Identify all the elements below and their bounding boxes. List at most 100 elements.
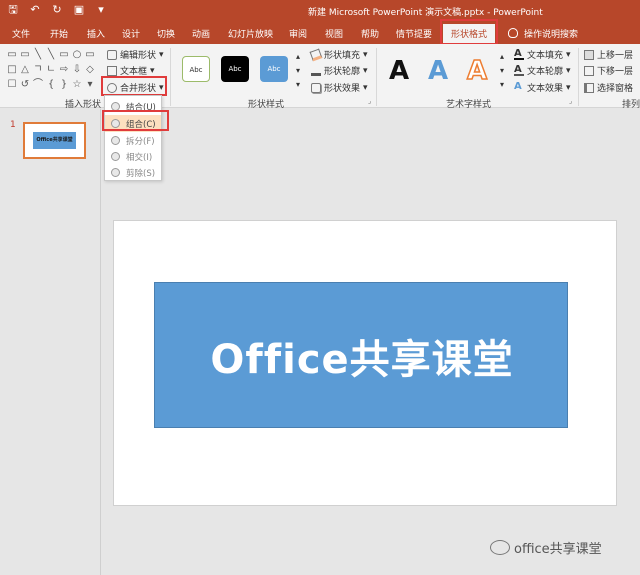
ribbon-tabs: 文件 开始 插入 设计 切换 动画 幻灯片放映 审阅 视图 帮助 情节提要 形状… [0,22,640,44]
tab-transitions[interactable]: 切换 [157,27,175,40]
tab-animations[interactable]: 动画 [192,27,210,40]
shape-effects-button[interactable]: 形状效果 ▾ [311,81,368,94]
shape-down-arrow-icon[interactable]: ⇩ [71,63,83,77]
wordart-letter: A [389,56,410,86]
text-outline-button[interactable]: A 文本轮廓 ▾ [514,64,571,77]
tab-storyboard[interactable]: 情节提要 [396,27,432,40]
title-text[interactable]: Office共享课堂 [155,283,569,429]
present-icon[interactable]: ▣ [72,3,86,17]
wordart-style-orange[interactable]: A [466,55,488,87]
slide-thumbnail-1[interactable]: Office共享课堂 [23,122,86,159]
menu-item-label: 拆分(F) [126,136,155,147]
quick-access-toolbar: 🖫 ↶ ↻ ▣ ▾ [6,3,108,17]
wordart-style-blue[interactable]: A [428,56,448,86]
shape-effects-label: 形状效果 [324,84,361,94]
tab-insert[interactable]: 插入 [87,27,105,40]
text-fill-button[interactable]: A 文本填充 ▾ [514,48,571,61]
shape-textbox-icon[interactable]: ▭ [6,48,18,62]
menu-item-intersect[interactable]: 相交(I) [105,148,161,165]
group-divider [578,48,579,106]
lightbulb-icon [508,28,518,38]
edit-shape-label: 编辑形状 [120,51,157,61]
customize-icon[interactable]: ▾ [94,3,108,17]
wordart-more-icon[interactable]: ▾ [500,80,504,89]
chevron-down-icon: ▾ [159,49,164,60]
bring-forward-button[interactable]: 上移一层 [584,48,633,61]
shape-right-brace-icon[interactable]: } [58,78,70,92]
tab-home[interactable]: 开始 [50,27,68,40]
shapes-gallery[interactable]: ▭ ▭ ╲ ╲ ▭ ○ ▭ □ △ ㄱ ㄴ ⇨ ⇩ ◇ ☐ ↺ ⌒ { } ☆ … [6,48,94,94]
repeat-icon[interactable]: ↻ [50,3,64,17]
dialog-launcher-icon[interactable]: ⌟ [368,97,371,105]
wordart-scroll-down-icon[interactable]: ▾ [500,66,504,75]
save-icon[interactable]: 🖫 [6,3,20,17]
gallery-more-icon[interactable]: ▾ [84,78,96,92]
shape-arc-icon[interactable]: ⌒ [32,78,44,92]
send-backward-button[interactable]: 下移一层 [584,64,633,77]
send-backward-icon [584,65,594,76]
style-thumb-outline[interactable]: Abc [182,56,210,82]
shape-rounded-rect-icon[interactable]: ▭ [84,48,96,62]
shape-outline-button[interactable]: 形状轮廓 ▾ [311,64,368,77]
shape-oval-icon[interactable]: ○ [71,48,83,62]
shape-left-brace-icon[interactable]: { [45,78,57,92]
dialog-launcher-icon[interactable]: ⌟ [569,97,572,105]
shape-square-icon[interactable]: □ [6,63,18,77]
shape-fill-button[interactable]: 形状填充 ▾ [309,48,368,61]
shape-line-icon[interactable]: ╲ [32,48,44,62]
watermark-text: office共享课堂 [514,542,602,557]
wordart-style-black[interactable]: A [389,56,409,86]
undo-icon[interactable]: ↶ [28,3,42,17]
chevron-down-icon: ▾ [150,65,155,76]
shape-arrow-line-icon[interactable]: ╲ [45,48,57,62]
shape-outline-label: 形状轮廓 [324,67,361,77]
shape-diamond-icon[interactable]: ◇ [84,63,96,77]
watermark: office共享课堂 [490,538,602,557]
shape-elbow-arrow-icon[interactable]: ㄴ [45,63,57,77]
wordart-scroll-up-icon[interactable]: ▴ [500,52,504,61]
edit-shape-button[interactable]: 编辑形状 ▾ [107,48,164,61]
shape-triangle-icon[interactable]: △ [19,63,31,77]
text-box-icon [107,65,117,76]
tab-view[interactable]: 视图 [325,27,343,40]
shape-curve-icon[interactable]: ↺ [19,78,31,92]
title-shape[interactable]: Office共享课堂 [154,282,568,428]
shape-right-arrow-icon[interactable]: ⇨ [58,63,70,77]
tell-me-search[interactable]: 操作说明搜索 [508,27,578,40]
styles-scroll-down-icon[interactable]: ▾ [296,66,300,75]
send-backward-label: 下移一层 [597,67,634,77]
text-effects-button[interactable]: A 文本效果 ▾ [514,81,571,94]
wechat-icon [490,540,510,555]
selection-pane-button[interactable]: 选择窗格 [584,81,633,94]
window-title: 新建 Microsoft PowerPoint 演示文稿.pptx - Powe… [308,8,543,18]
tab-slideshow[interactable]: 幻灯片放映 [228,27,273,40]
styles-scroll-up-icon[interactable]: ▴ [296,52,300,61]
shape-rectangle-icon[interactable]: ▭ [58,48,70,62]
shape-elbow-icon[interactable]: ㄱ [32,63,44,77]
shape-effects-icon [311,82,321,93]
tab-help[interactable]: 帮助 [361,27,379,40]
subtract-icon [111,168,120,177]
text-outline-label: 文本轮廓 [527,67,564,77]
chevron-down-icon: ▾ [363,82,368,93]
styles-more-icon[interactable]: ▾ [296,80,300,89]
chevron-down-icon: ▾ [363,49,368,60]
tab-file[interactable]: 文件 [12,27,30,40]
style-thumb-blue[interactable]: Abc [260,56,288,82]
bring-forward-label: 上移一层 [597,51,634,61]
menu-item-fragment[interactable]: 拆分(F) [105,132,161,149]
menu-item-label: 剪除(S) [126,168,156,179]
shape-fill-label: 形状填充 [324,51,361,61]
group-divider [376,48,377,106]
tab-design[interactable]: 设计 [122,27,140,40]
pen-icon [311,66,321,76]
style-thumb-black[interactable]: Abc [221,56,249,82]
shape-textbox-vertical-icon[interactable]: ▭ [19,48,31,62]
text-effects-icon: A [514,80,522,92]
menu-item-subtract[interactable]: 剪除(S) [105,164,161,181]
tab-review[interactable]: 审阅 [289,27,307,40]
merge-shapes-highlight [101,76,167,96]
shape-frame-icon[interactable]: ☐ [6,78,18,92]
shape-star-icon[interactable]: ☆ [71,78,83,92]
selection-pane-label: 选择窗格 [597,84,634,94]
